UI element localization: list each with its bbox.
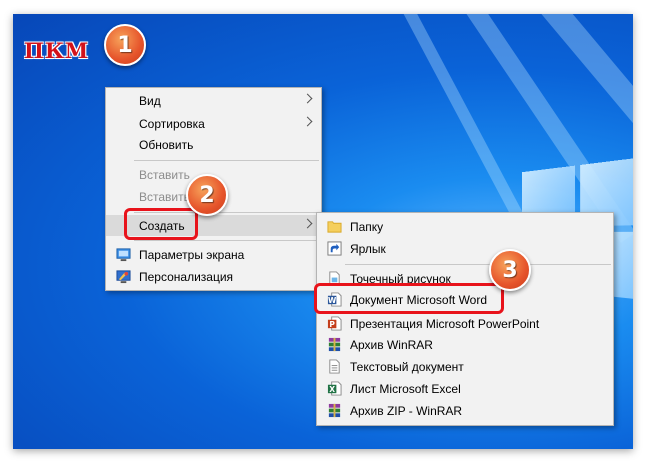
submenu-item-label: Папку bbox=[350, 219, 384, 234]
menu-item-sort[interactable]: Сортировка bbox=[106, 113, 321, 134]
submenu-item-shortcut[interactable]: Ярлык bbox=[317, 238, 613, 259]
menu-separator bbox=[345, 264, 611, 265]
step-badge-3: 3 bbox=[489, 249, 531, 291]
menu-separator bbox=[134, 240, 319, 241]
submenu-item-label: Текстовый документ bbox=[350, 359, 464, 374]
menu-item-refresh[interactable]: Обновить bbox=[106, 134, 321, 155]
shortcut-icon bbox=[327, 241, 342, 256]
highlight-word-document bbox=[314, 283, 504, 314]
submenu-item-label: Архив WinRAR bbox=[350, 337, 433, 352]
chevron-right-icon bbox=[302, 93, 313, 104]
menu-item-view[interactable]: Вид bbox=[106, 90, 321, 111]
submenu-item-folder[interactable]: Папку bbox=[317, 216, 613, 237]
step-badge-1: 1 bbox=[104, 24, 146, 66]
menu-item-label: Вид bbox=[139, 93, 161, 108]
svg-text:X: X bbox=[329, 385, 335, 394]
winrar-archive-icon bbox=[328, 337, 341, 352]
menu-item-label: Вставить bbox=[139, 167, 190, 182]
menu-item-label: Обновить bbox=[139, 137, 194, 152]
right-click-label: ПКМ bbox=[24, 38, 90, 63]
chevron-right-icon bbox=[302, 218, 313, 229]
display-settings-icon bbox=[116, 248, 131, 262]
submenu-item-label: Презентация Microsoft PowerPoint bbox=[350, 316, 540, 331]
submenu-item-powerpoint[interactable]: P Презентация Microsoft PowerPoint bbox=[317, 313, 613, 334]
excel-icon: X bbox=[327, 381, 342, 396]
highlight-create bbox=[124, 208, 198, 240]
menu-item-personalization[interactable]: Персонализация bbox=[106, 266, 321, 287]
create-submenu: Папку Ярлык Точечный рисунок W Документ … bbox=[316, 212, 614, 426]
winrar-zip-icon bbox=[328, 403, 341, 418]
submenu-item-label: Архив ZIP - WinRAR bbox=[350, 403, 463, 418]
powerpoint-icon: P bbox=[327, 316, 342, 331]
chevron-right-icon bbox=[302, 116, 313, 127]
svg-text:P: P bbox=[329, 320, 335, 329]
submenu-item-text-document[interactable]: Текстовый документ bbox=[317, 356, 613, 377]
folder-icon bbox=[327, 221, 342, 233]
text-document-icon bbox=[329, 359, 340, 374]
submenu-item-winrar-zip[interactable]: Архив ZIP - WinRAR bbox=[317, 400, 613, 421]
step-badge-2: 2 bbox=[186, 174, 228, 216]
menu-separator bbox=[134, 160, 319, 161]
personalization-icon bbox=[116, 270, 131, 284]
menu-item-display-settings[interactable]: Параметры экрана bbox=[106, 244, 321, 265]
submenu-item-excel[interactable]: X Лист Microsoft Excel bbox=[317, 378, 613, 399]
submenu-item-winrar-archive[interactable]: Архив WinRAR bbox=[317, 334, 613, 355]
submenu-item-label: Лист Microsoft Excel bbox=[350, 381, 461, 396]
menu-item-label: Сортировка bbox=[139, 116, 205, 131]
menu-item-label: Персонализация bbox=[139, 269, 234, 284]
menu-item-label: Параметры экрана bbox=[139, 247, 245, 262]
submenu-item-label: Ярлык bbox=[350, 241, 386, 256]
